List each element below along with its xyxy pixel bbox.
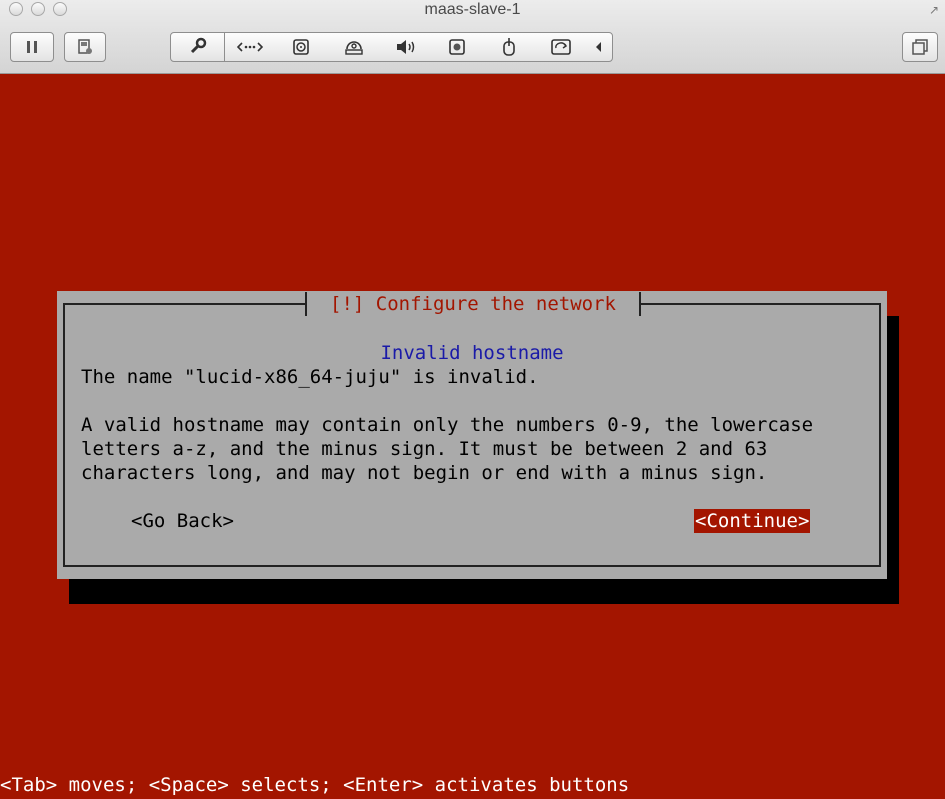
window-title: maas-slave-1 — [424, 1, 521, 18]
dialog-message-line: characters long, and may not begin or en… — [81, 462, 768, 484]
fullscreen-button[interactable] — [902, 32, 938, 62]
dialog-subtitle: Invalid hostname — [380, 342, 564, 364]
settings-wrench-icon — [190, 37, 206, 54]
snapshot-button[interactable] — [64, 32, 106, 62]
keyboard-help-bar: <Tab> moves; <Space> selects; <Enter> ac… — [0, 774, 630, 796]
vm-console[interactable]: [!] Configure the network Invalid hostna… — [0, 74, 945, 799]
sound-button[interactable] — [381, 33, 431, 61]
usb-icon — [503, 38, 515, 56]
configure-network-dialog: [!] Configure the network Invalid hostna… — [57, 291, 887, 579]
dialog-title-box: [!] Configure the network — [295, 291, 651, 317]
continue-button[interactable]: <Continue> — [694, 509, 811, 533]
usb-button[interactable] — [483, 33, 535, 61]
cd-rom-icon — [345, 41, 363, 55]
camera-button[interactable] — [431, 33, 483, 61]
enter-fullscreen-icon[interactable]: ↗ — [929, 3, 939, 17]
window-titlebar: maas-slave-1 ↗ — [0, 0, 945, 74]
pause-button[interactable] — [10, 32, 54, 62]
settings-button[interactable] — [171, 33, 225, 61]
dialog-message-line: letters a-z, and the minus sign. It must… — [81, 438, 768, 460]
network-icon — [237, 42, 263, 52]
pause-icon — [27, 41, 37, 53]
arrow-left-icon — [596, 42, 601, 52]
dialog-message-line: A valid hostname may contain only the nu… — [81, 414, 814, 436]
toolbar-scroll-left-button[interactable] — [587, 33, 609, 61]
device-toolbar — [170, 32, 613, 62]
dialog-title: [!] Configure the network — [330, 293, 616, 315]
hard-disk-icon — [293, 39, 309, 55]
snapshot-icon — [78, 39, 92, 54]
network-button[interactable] — [225, 33, 275, 61]
shared-folders-button[interactable] — [535, 33, 587, 61]
fullscreen-icon — [912, 39, 928, 55]
sound-icon — [397, 40, 415, 54]
dialog-message-line: The name "lucid-x86_64-juju" is invalid. — [81, 366, 539, 388]
hard-disk-button[interactable] — [275, 33, 327, 61]
go-back-button[interactable]: <Go Back> — [131, 509, 234, 533]
camera-icon — [449, 39, 465, 55]
shared-folders-icon — [551, 39, 571, 55]
cd-rom-button[interactable] — [327, 33, 381, 61]
